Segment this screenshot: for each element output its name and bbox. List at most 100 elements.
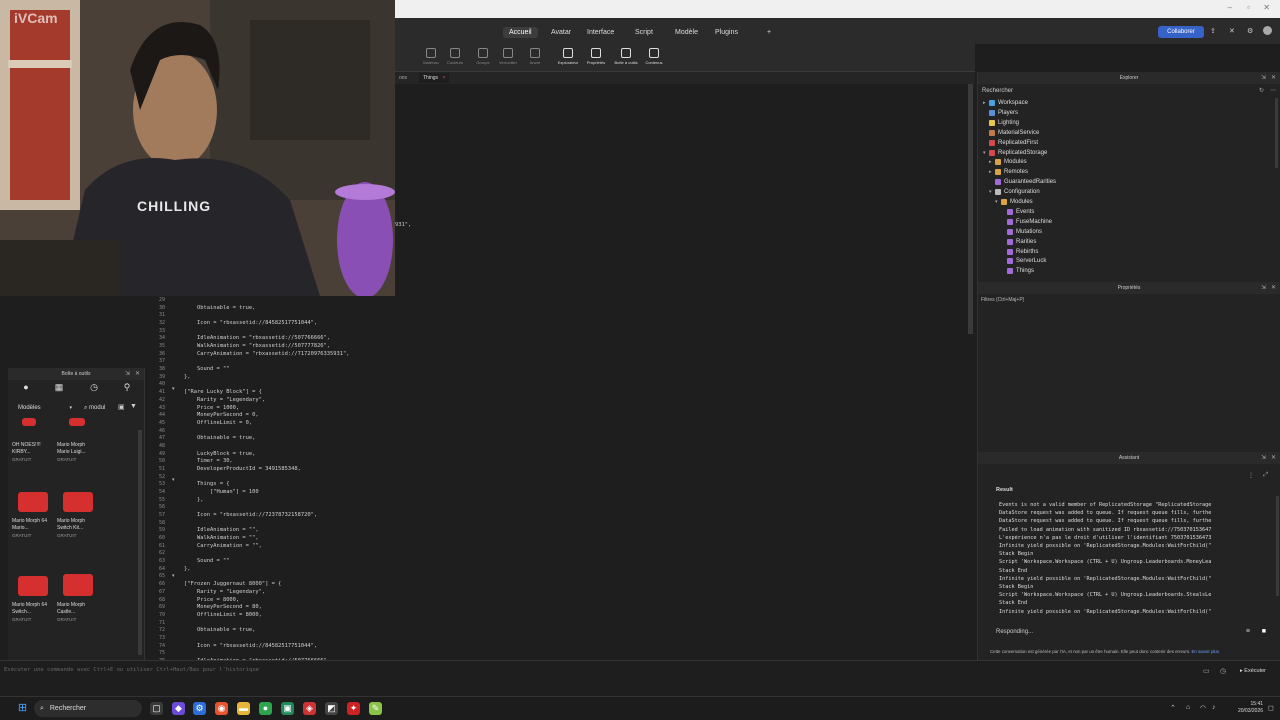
network-icon[interactable]: ⌂ — [1186, 704, 1190, 711]
close-icon[interactable]: ✕ — [1271, 284, 1276, 291]
tree-item[interactable]: Rarities — [1001, 238, 1036, 245]
expand-icon[interactable]: ⤢ — [1263, 472, 1268, 479]
tree-item[interactable]: ▸ Workspace — [983, 100, 1028, 106]
fold-arrow-icon[interactable]: ▾ — [172, 573, 177, 579]
tab-avatar[interactable]: Avatar — [545, 27, 577, 38]
fold-arrow-icon[interactable]: ▾ — [172, 386, 177, 392]
tree-item[interactable]: Events — [1001, 208, 1034, 215]
roblox-studio-icon[interactable]: ◩ — [325, 702, 338, 715]
settings-icon[interactable]: ⚙ — [1247, 27, 1253, 35]
tray-chevron-icon[interactable]: ⌃ — [1170, 704, 1176, 712]
options-icon[interactable]: ⋮ — [1248, 472, 1254, 479]
wifi-icon[interactable]: ◠ — [1200, 704, 1206, 712]
tree-item[interactable]: ▸ Remotes — [989, 169, 1028, 176]
colors-tool[interactable]: Couleurs — [440, 46, 470, 65]
filter-icon[interactable]: ▼ — [130, 403, 137, 410]
pin-icon[interactable]: ⇲ — [1261, 284, 1266, 291]
content-tool[interactable]: Contenus — [639, 46, 669, 65]
asset-card[interactable]: Mario Morph Switch Kit... GRATUIT — [57, 482, 97, 539]
tab-things[interactable]: Things × — [419, 73, 450, 83]
lock-tool[interactable]: Verrouiller — [493, 46, 523, 65]
more-icon[interactable]: ⋯ — [1270, 87, 1276, 94]
toolbox-tool[interactable]: Boîte à outils — [611, 46, 641, 65]
minimize-icon[interactable]: – — [1228, 3, 1232, 12]
app-icon[interactable]: ◆ — [172, 702, 185, 715]
close-icon[interactable]: ✕ — [1271, 74, 1276, 81]
tab-accueil[interactable]: Accueil — [503, 27, 538, 38]
settings-app-icon[interactable]: ⚙ — [193, 702, 206, 715]
tree-item[interactable]: Things — [1001, 268, 1034, 275]
history-icon[interactable]: ▭ — [1203, 667, 1210, 675]
app-icon[interactable]: ◈ — [303, 702, 316, 715]
clock[interactable]: 15:41 20/03/2026 — [1238, 701, 1263, 715]
asset-card[interactable]: Mario Morph 64 Mario... GRATUIT — [12, 482, 52, 539]
tab-plugins[interactable]: Plugins — [709, 27, 744, 38]
assistant-scrollbar[interactable] — [1276, 496, 1279, 596]
asset-card[interactable]: Mario Morph Mario Luigi... GRATUIT — [57, 418, 97, 463]
browser-icon[interactable]: ◉ — [215, 702, 228, 715]
editor-scrollbar[interactable] — [968, 84, 973, 334]
share-icon[interactable]: ⇪ — [1210, 27, 1216, 35]
task-view-icon[interactable]: ▢ — [150, 702, 163, 715]
tree-item[interactable]: ▾ ReplicatedStorage — [983, 149, 1047, 156]
explorer-tool[interactable]: Explorateur — [553, 46, 583, 65]
avatar[interactable] — [1263, 26, 1272, 35]
tree-item[interactable]: ▸ Modules — [989, 159, 1027, 166]
properties-tool[interactable]: Propriétés — [581, 46, 611, 65]
toolbox-scrollbar[interactable] — [138, 430, 142, 655]
close-window-icon[interactable]: ✕ — [1263, 3, 1270, 12]
pin-icon[interactable]: ⇲ — [1261, 74, 1266, 81]
tab-modele[interactable]: Modèle — [669, 27, 704, 38]
app-icon[interactable]: ▣ — [281, 702, 294, 715]
add-tab-button[interactable]: + — [761, 27, 777, 38]
chrome-icon[interactable]: ● — [259, 702, 272, 715]
location-icon[interactable]: ⚲ — [121, 382, 133, 394]
tree-item[interactable]: FuseMachine — [1001, 218, 1052, 225]
app-icon[interactable]: ✦ — [347, 702, 360, 715]
app-icon[interactable]: ✎ — [369, 702, 382, 715]
notification-icon[interactable]: ◻ — [1268, 704, 1274, 712]
close-icon[interactable]: ✕ — [135, 370, 140, 377]
windows-start-icon[interactable]: ⊞ — [16, 702, 29, 715]
fold-arrow-icon[interactable]: ▾ — [172, 477, 177, 483]
tree-item[interactable]: ▾ Modules — [995, 199, 1033, 205]
tree-item[interactable]: GuaranteedRarities — [989, 179, 1056, 186]
pin-icon[interactable]: ⇲ — [1261, 454, 1266, 461]
tab-partial[interactable]: ons — [395, 73, 411, 83]
explorer-scrollbar[interactable] — [1275, 98, 1278, 168]
anchor-tool[interactable]: Ancre — [520, 46, 550, 65]
tree-item[interactable]: Mutations — [1001, 228, 1042, 235]
asset-card[interactable]: OH NOES!!!! KIRBY... GRATUIT — [12, 418, 52, 463]
close-icon[interactable]: ✕ — [1271, 454, 1276, 461]
command-input[interactable]: Exécuter une commande avec Ctrl+E ou uti… — [4, 665, 1184, 676]
tree-item[interactable]: Players — [983, 109, 1018, 116]
folder-icon[interactable]: ▬ — [237, 702, 250, 715]
grid-icon[interactable]: ▦ — [53, 382, 65, 394]
tree-item[interactable]: Rebirths — [1001, 248, 1038, 255]
maximize-icon[interactable]: ▫ — [1247, 3, 1250, 12]
tree-item[interactable]: ServerLuck — [1001, 258, 1046, 265]
asset-card[interactable]: Mario Morph 64 Switch... GRATUIT — [12, 566, 52, 623]
view-icon[interactable]: ▣ — [118, 403, 125, 411]
pin-icon[interactable]: ⇲ — [125, 370, 130, 377]
tree-item[interactable]: MaterialService — [983, 129, 1039, 136]
tree-item[interactable]: ReplicatedFirst — [983, 139, 1038, 146]
taskbar-search[interactable]: ⌕ Rechercher — [34, 700, 142, 717]
explorer-search[interactable]: Rechercher — [982, 86, 1272, 97]
asset-card[interactable]: Mario Morph Castle... GRATUIT — [57, 566, 97, 623]
tree-item[interactable]: ▾ Configuration — [989, 189, 1040, 196]
collaborate-button[interactable]: Collaborer — [1158, 26, 1204, 38]
learn-more-link[interactable]: En savoir plus — [1191, 649, 1219, 654]
tree-item[interactable]: Lighting — [983, 119, 1019, 126]
clock-icon[interactable]: ◷ — [1220, 667, 1226, 675]
refresh-icon[interactable]: ↻ — [1259, 87, 1264, 94]
close-tab-icon[interactable]: × — [442, 75, 445, 81]
recent-icon[interactable]: ◷ — [88, 382, 100, 394]
list-icon[interactable]: ≡ — [1246, 628, 1250, 635]
category-select[interactable]: Modèles ▾ — [14, 402, 74, 414]
stop-icon[interactable]: ■ — [1262, 628, 1266, 635]
tab-script[interactable]: Script — [629, 27, 659, 38]
run-button[interactable]: ▸ Exécuter — [1240, 668, 1266, 674]
tools-icon[interactable]: ✕ — [1229, 27, 1235, 35]
properties-filter[interactable]: Filtres (Ctrl+Maj+P) — [981, 295, 1271, 305]
